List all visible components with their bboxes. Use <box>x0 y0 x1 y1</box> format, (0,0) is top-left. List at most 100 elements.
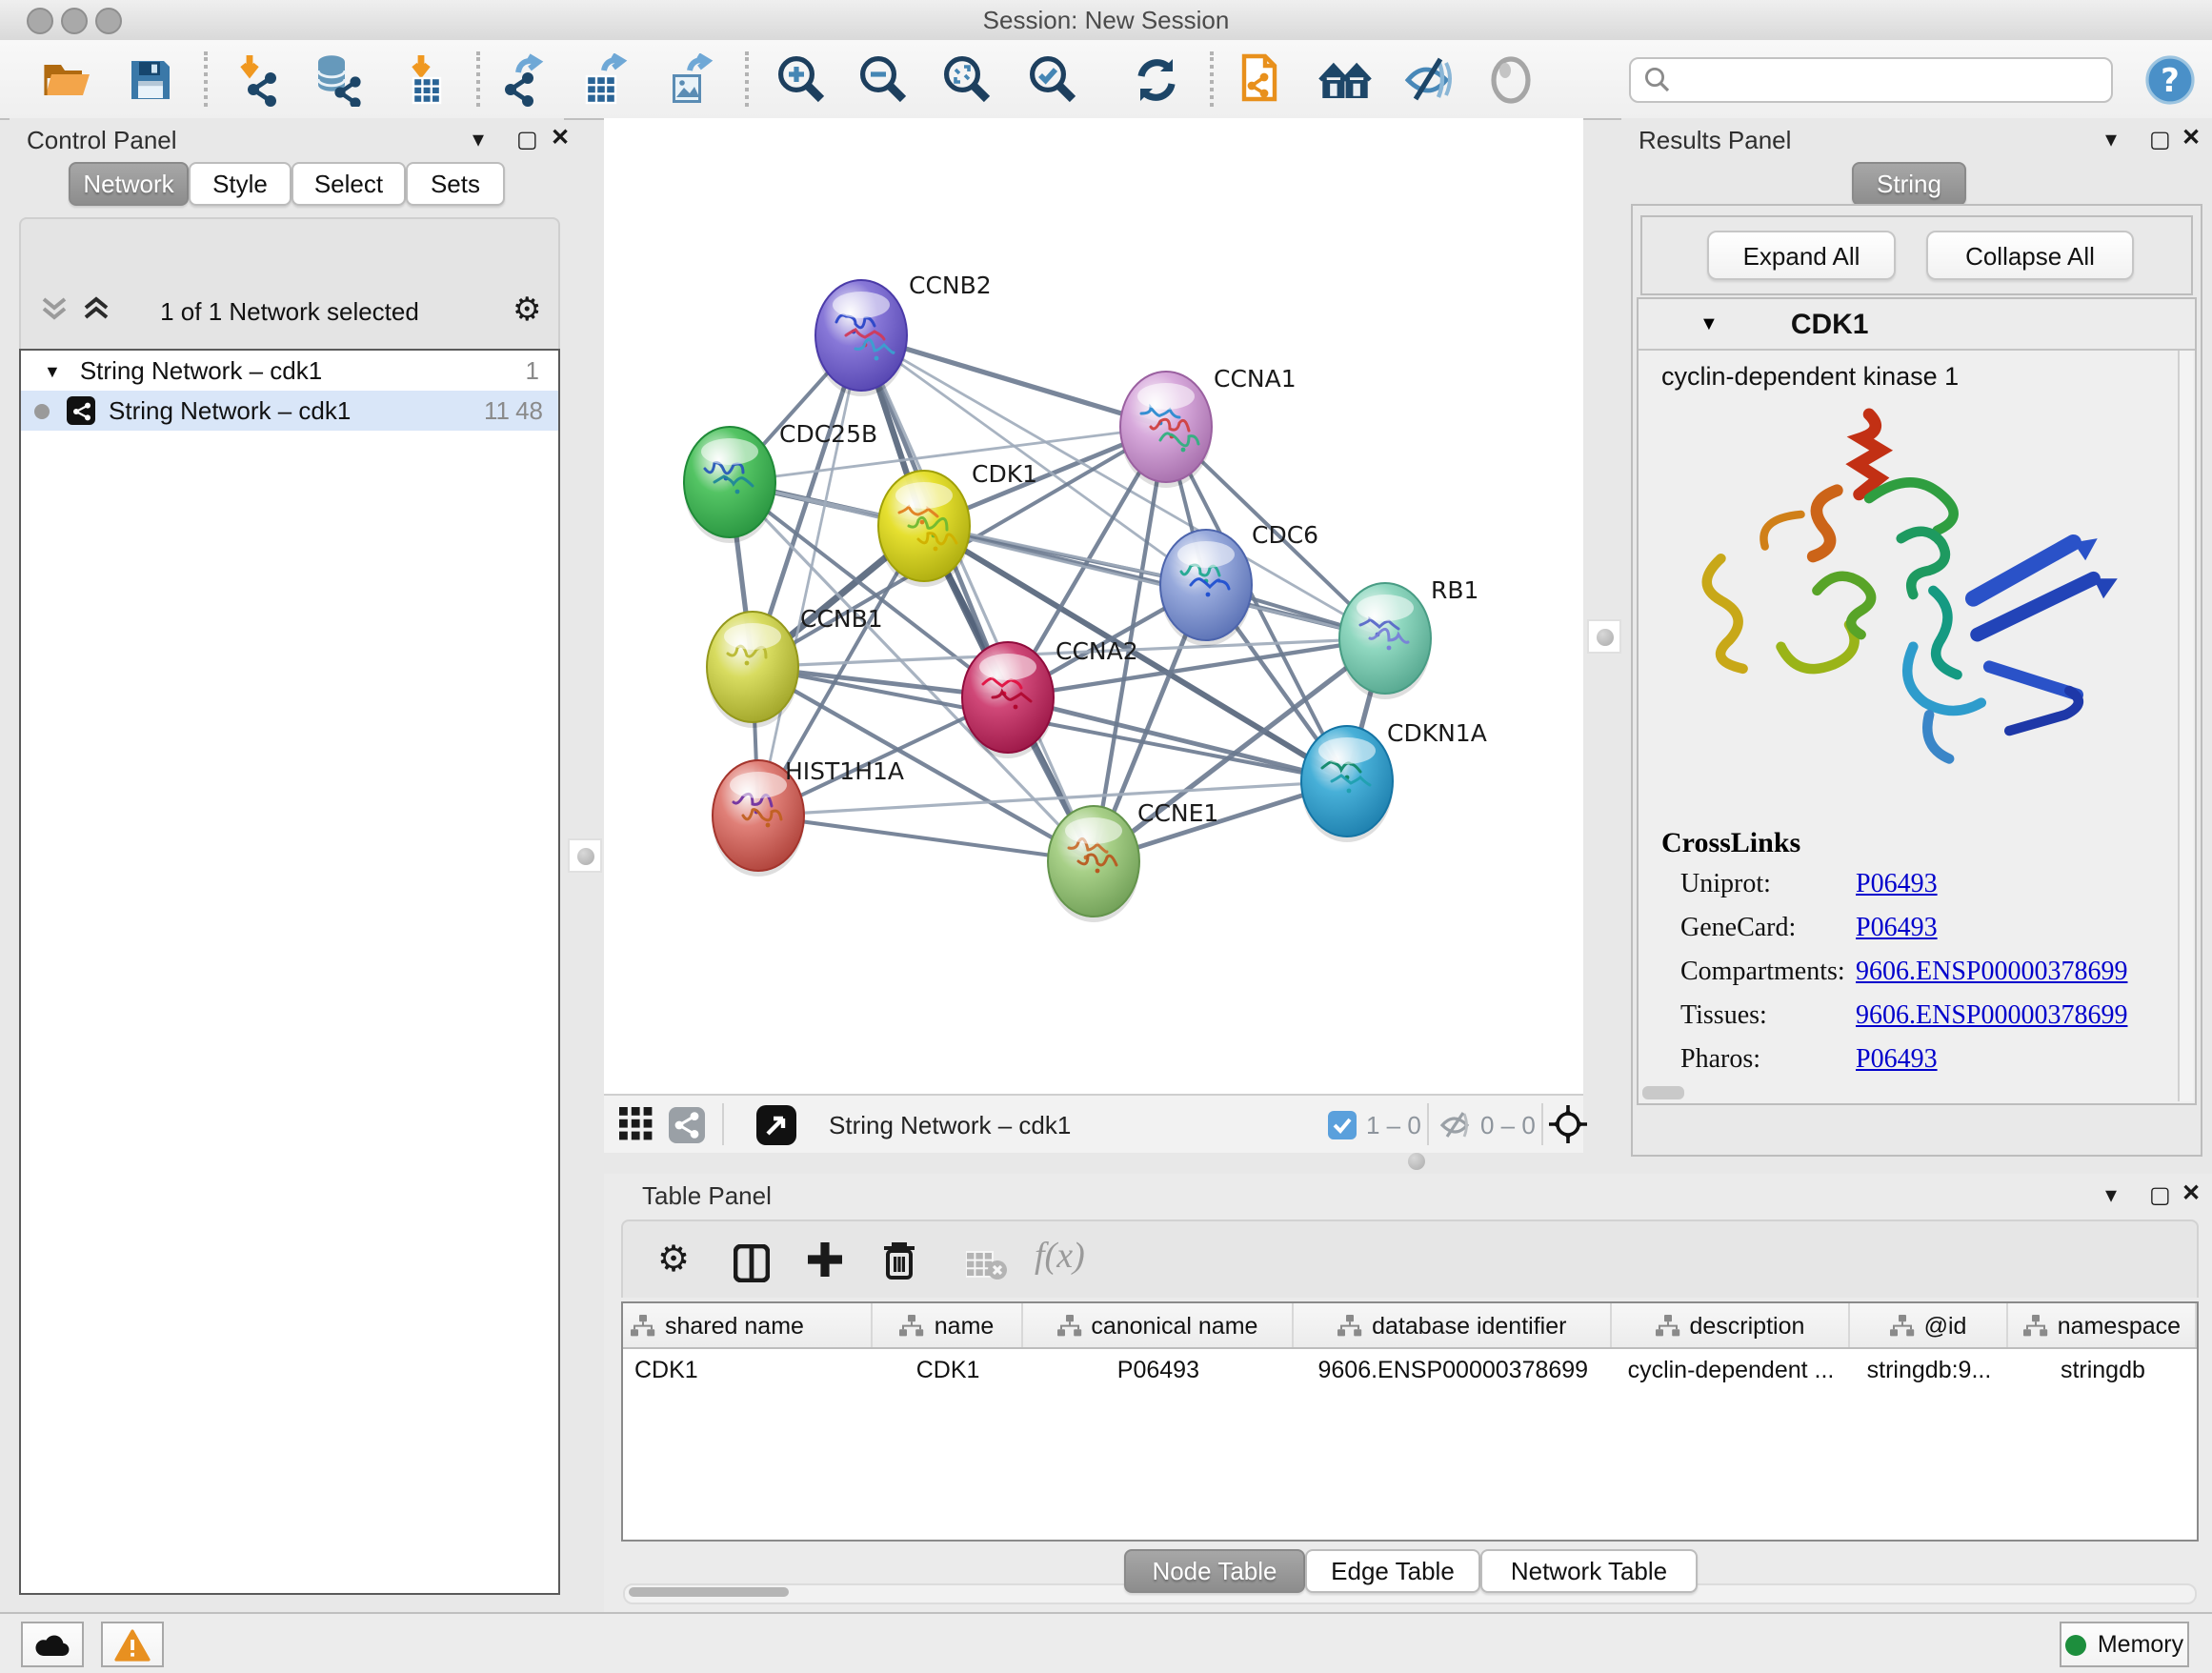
hide-selected-icon[interactable] <box>1402 53 1456 107</box>
tab-network[interactable]: Network <box>69 162 189 206</box>
column-header-shared-name[interactable]: shared name <box>623 1303 873 1347</box>
network-status-dot-icon <box>34 403 50 418</box>
network-node-HIST1H1A[interactable]: HIST1H1A <box>713 757 904 877</box>
collection-expander-icon[interactable]: ▼ <box>44 361 61 380</box>
network-node-CDKN1A[interactable]: CDKN1A <box>1301 719 1487 842</box>
network-node-CCNA2[interactable]: CCNA2 <box>962 637 1138 758</box>
tab-select[interactable]: Select <box>292 162 406 206</box>
delete-table-icon[interactable] <box>966 1242 1008 1288</box>
network-node-CCNE1[interactable]: CCNE1 <box>1048 799 1218 922</box>
control-panel-menu-icon[interactable]: ▾ <box>473 126 484 152</box>
tab-string[interactable]: String <box>1852 162 1966 206</box>
cell--id[interactable]: stringdb:9... <box>1849 1349 2009 1389</box>
cell-description[interactable]: cyclin-dependent ... <box>1613 1349 1849 1389</box>
gene-expander-icon[interactable]: ▼ <box>1699 313 1719 334</box>
results-vertical-scrollbar[interactable] <box>2178 351 2193 1101</box>
right-splitter-handle[interactable] <box>1587 619 1621 654</box>
column-header-description[interactable]: description <box>1613 1303 1849 1347</box>
node-table[interactable]: shared namenamecanonical namedatabase id… <box>621 1301 2199 1542</box>
delete-row-trash-icon[interactable] <box>882 1237 916 1282</box>
column-header-namespace[interactable]: namespace <box>2009 1303 2197 1347</box>
table-panel-close-icon[interactable]: ✕ <box>2182 1179 2201 1206</box>
crosslink-tissues[interactable]: 9606.ENSP00000378699 <box>1856 1002 2127 1046</box>
import-table-icon[interactable] <box>398 53 452 107</box>
table-settings-gear-icon[interactable]: ⚙ <box>657 1237 690 1282</box>
crosslink-compartments[interactable]: 9606.ENSP00000378699 <box>1856 958 2127 1002</box>
cell-name[interactable]: CDK1 <box>873 1349 1023 1389</box>
column-header-name[interactable]: name <box>873 1303 1023 1347</box>
control-panel-close-icon[interactable]: ✕ <box>551 124 570 151</box>
function-builder-icon[interactable]: f(x) <box>1035 1235 1085 1280</box>
tab-network-table[interactable]: Network Table <box>1480 1549 1698 1593</box>
network-canvas[interactable]: CCNB2CCNA1CDC25BCDK1CDC6RB1CCNB1CCNA2HIS… <box>604 118 1583 1094</box>
annotation-mode-icon[interactable] <box>756 1105 796 1143</box>
column-header--id[interactable]: @id <box>1849 1303 2009 1347</box>
results-panel-close-icon[interactable]: ✕ <box>2182 124 2201 151</box>
gene-section-header[interactable]: ▼ CDK1 <box>1639 299 2195 351</box>
hidden-eye-icon[interactable] <box>1438 1105 1475 1143</box>
refresh-icon[interactable] <box>1130 53 1183 107</box>
birdseye-view-icon[interactable] <box>619 1105 654 1143</box>
network-row[interactable]: String Network – cdk1 11 48 <box>21 391 558 431</box>
add-column-icon[interactable] <box>806 1237 844 1282</box>
open-session-icon[interactable] <box>40 53 93 107</box>
import-database-icon[interactable] <box>311 53 364 107</box>
crosslink-uniprot[interactable]: P06493 <box>1856 871 1938 915</box>
results-panel-float-icon[interactable]: ▢ <box>2149 126 2171 152</box>
memory-button[interactable]: Memory <box>2060 1622 2189 1667</box>
network-node-CCNB2[interactable]: CCNB2 <box>815 272 992 396</box>
warnings-button[interactable] <box>101 1622 164 1667</box>
results-horizontal-scrollbar[interactable] <box>1642 1086 1684 1099</box>
import-network-icon[interactable] <box>231 53 284 107</box>
show-columns-icon[interactable] <box>734 1240 770 1286</box>
selected-checkbox-icon[interactable] <box>1328 1105 1357 1143</box>
zoom-out-icon[interactable] <box>855 53 909 107</box>
expand-all-button[interactable]: Expand All <box>1707 231 1896 280</box>
search-field[interactable] <box>1629 57 2113 103</box>
table-panel-float-icon[interactable]: ▢ <box>2149 1181 2171 1208</box>
tab-style[interactable]: Style <box>189 162 292 206</box>
tab-node-table[interactable]: Node Table <box>1124 1549 1305 1593</box>
left-splitter-handle[interactable] <box>568 838 602 873</box>
tab-sets[interactable]: Sets <box>406 162 505 206</box>
column-header-database-identifier[interactable]: database identifier <box>1294 1303 1613 1347</box>
help-icon[interactable]: ? <box>2143 53 2197 107</box>
save-session-icon[interactable] <box>124 53 177 107</box>
network-from-file-icon[interactable] <box>1233 53 1286 107</box>
zoom-in-icon[interactable] <box>774 53 827 107</box>
network-node-CDC6[interactable]: CDC6 <box>1160 521 1318 646</box>
column-header-canonical-name[interactable]: canonical name <box>1023 1303 1294 1347</box>
results-panel-menu-icon[interactable]: ▾ <box>2105 126 2117 152</box>
collapse-all-button[interactable]: Collapse All <box>1926 231 2134 280</box>
network-collection-row[interactable]: ▼ String Network – cdk1 1 <box>21 351 558 391</box>
cell-canonical-name[interactable]: P06493 <box>1023 1349 1294 1389</box>
table-row[interactable]: CDK1CDK1P064939606.ENSP00000378699cyclin… <box>623 1349 2197 1389</box>
crosslink-genecard[interactable]: P06493 <box>1856 915 1938 958</box>
export-image-icon[interactable] <box>663 53 716 107</box>
zoom-fit-icon[interactable] <box>939 53 993 107</box>
table-panel-menu-icon[interactable]: ▾ <box>2105 1181 2117 1208</box>
network-options-gear-icon[interactable]: ⚙ <box>513 292 542 330</box>
network-node-CCNB1[interactable]: CCNB1 <box>707 605 883 728</box>
fit-content-crosshair-icon[interactable] <box>1549 1105 1587 1143</box>
network-node-CDK1[interactable]: CDK1 <box>878 460 1037 587</box>
network-node-RB1[interactable]: RB1 <box>1339 576 1478 699</box>
scrollbar-thumb[interactable] <box>629 1587 789 1597</box>
cell-database-identifier[interactable]: 9606.ENSP00000378699 <box>1294 1349 1613 1389</box>
node-label-CDC6: CDC6 <box>1252 521 1318 549</box>
cloud-status-button[interactable] <box>21 1622 84 1667</box>
tab-edge-table[interactable]: Edge Table <box>1305 1549 1480 1593</box>
cell-namespace[interactable]: stringdb <box>2009 1349 2197 1389</box>
cell-shared-name[interactable]: CDK1 <box>623 1349 873 1389</box>
zoom-selected-icon[interactable] <box>1025 53 1078 107</box>
show-all-icon[interactable] <box>1484 53 1538 107</box>
string-network-graph[interactable]: CCNB2CCNA1CDC25BCDK1CDC6RB1CCNB1CCNA2HIS… <box>604 118 1583 1094</box>
export-network-icon[interactable] <box>499 53 553 107</box>
control-panel-float-icon[interactable]: ▢ <box>516 126 538 152</box>
export-table-icon[interactable] <box>579 53 633 107</box>
network-share-icon[interactable] <box>669 1105 705 1143</box>
crosslink-pharos[interactable]: P06493 <box>1856 1046 1938 1090</box>
home-icon[interactable] <box>1318 53 1372 107</box>
network-node-CDC25B[interactable]: CDC25B <box>684 420 877 543</box>
search-input[interactable] <box>1677 65 2111 95</box>
